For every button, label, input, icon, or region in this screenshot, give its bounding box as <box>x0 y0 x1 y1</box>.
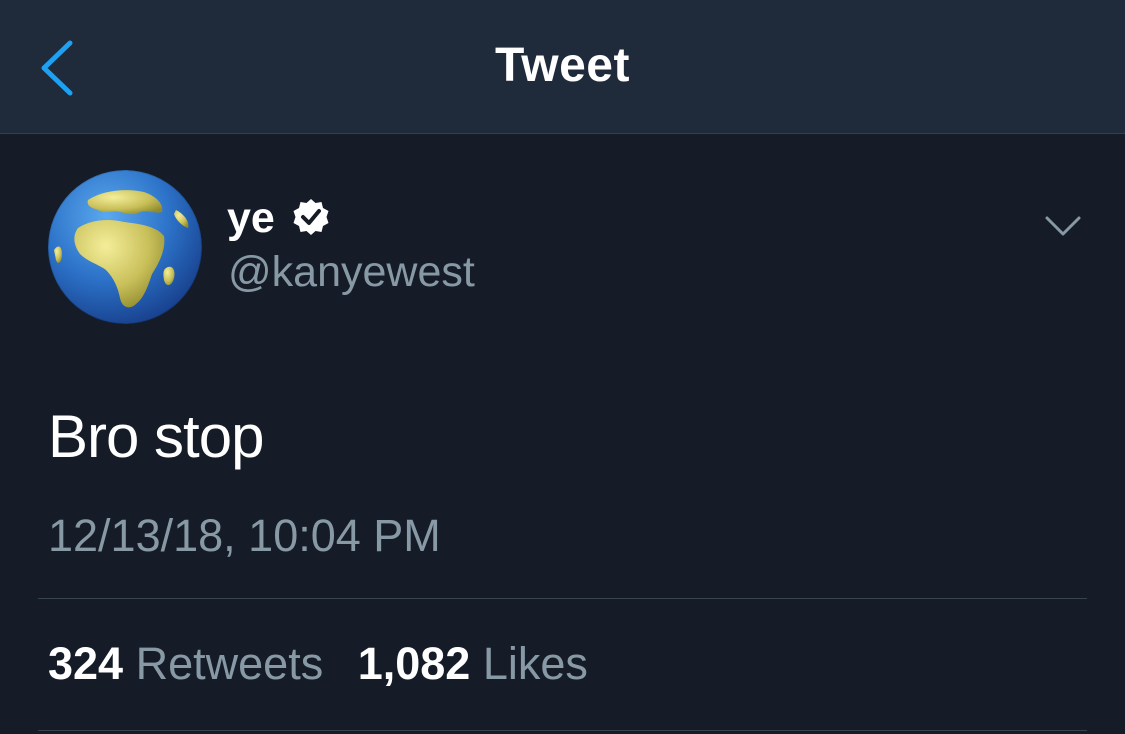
author-display-name[interactable]: ye <box>227 193 275 243</box>
page-title: Tweet <box>495 39 630 92</box>
verified-badge-icon <box>290 197 332 239</box>
likes-label: Likes <box>482 638 588 689</box>
tweet-text: Bro stop <box>48 403 264 470</box>
likes-count: 1,082 <box>357 638 471 689</box>
avatar[interactable] <box>48 170 202 324</box>
divider <box>38 730 1087 731</box>
tweet-stats: 324 Retweets 1,082 Likes <box>48 638 610 690</box>
likes-stat[interactable]: 1,082 Likes <box>358 638 588 690</box>
divider <box>38 598 1087 599</box>
tweet-detail-screen: Tweet ye @kanyewest Bro stop 12/13/18, 1… <box>0 0 1125 734</box>
navigation-bar: Tweet <box>0 0 1125 134</box>
retweets-count: 324 <box>48 638 124 689</box>
chevron-down-icon <box>1045 216 1081 236</box>
retweets-stat[interactable]: 324 Retweets <box>48 638 323 690</box>
tweet-menu-button[interactable] <box>1040 206 1086 246</box>
tweet-timestamp: 12/13/18, 10:04 PM <box>48 510 441 561</box>
earth-globe-africa-icon <box>48 170 202 324</box>
author-handle[interactable]: @kanyewest <box>228 247 475 297</box>
retweets-label: Retweets <box>135 638 324 689</box>
